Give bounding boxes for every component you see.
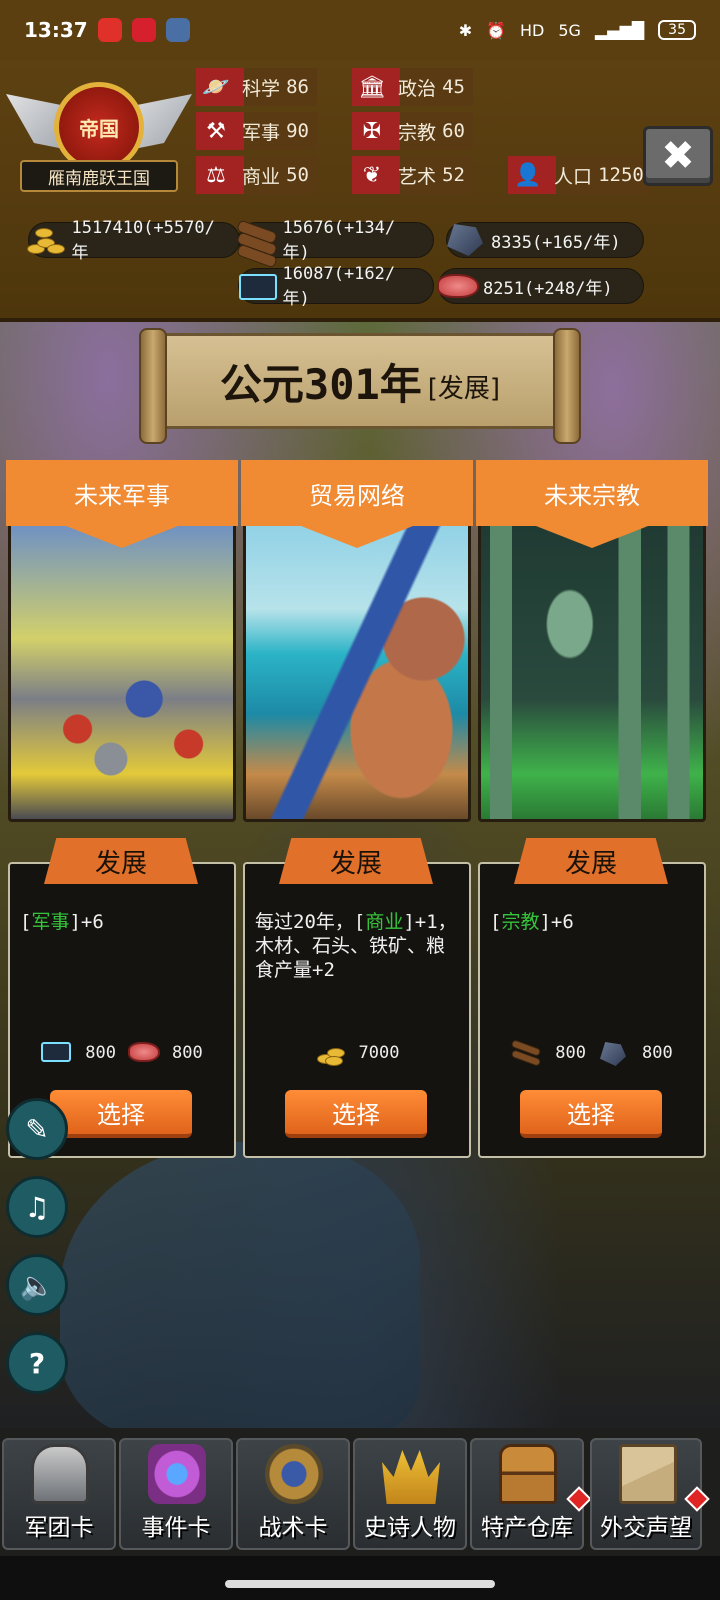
speaker-icon: 🔈 xyxy=(19,1268,55,1302)
river xyxy=(60,1142,420,1442)
crown-icon xyxy=(382,1450,440,1504)
nav-legion-cards[interactable]: 军团卡 xyxy=(2,1438,116,1550)
choice-card-military[interactable]: 未来军事 发展 [军事]+6 800 800 选择 xyxy=(6,460,238,1160)
help-icon: ? xyxy=(28,1346,46,1380)
card-description: [宗教]+6 xyxy=(490,911,574,933)
app-notification-icon xyxy=(97,18,122,42)
choice-card-trade[interactable]: 贸易网络 发展 每过20年，[商业]+1，木材、石头、铁矿、粮食产量+2 700… xyxy=(241,460,473,1160)
treasure-chest-icon xyxy=(499,1444,557,1504)
card-tag: 发展 xyxy=(514,838,668,884)
sound-toggle-button[interactable]: 🔈 xyxy=(6,1254,68,1316)
resource-food: 8251(+248/年) xyxy=(437,268,644,304)
stat-commerce: ⚖ 商业 50 xyxy=(196,156,317,194)
card-description: 每过20年，[商业]+1，木材、石头、铁矿、粮食产量+2 xyxy=(255,911,457,981)
gold-coins-icon xyxy=(315,1042,347,1066)
card-description: [军事]+6 xyxy=(20,911,104,933)
card-body: 每过20年，[商业]+1，木材、石头、铁矿、粮食产量+2 7000 选择 xyxy=(243,862,471,1158)
art-icon: ❦ xyxy=(362,162,382,188)
close-button[interactable]: ✖ xyxy=(643,126,713,186)
year-scroll: 公元301年 [发展] xyxy=(139,328,581,444)
stat-art: ❦ 艺术 52 xyxy=(352,156,473,194)
choice-card-religion[interactable]: 未来宗教 发展 [宗教]+6 800 800 选择 xyxy=(476,460,708,1160)
stat-military: ⚒ 军事 90 xyxy=(196,112,317,150)
select-button[interactable]: 选择 xyxy=(50,1090,192,1138)
crossed-tools-icon: ⚒ xyxy=(206,118,226,144)
scales-icon: ⚖ xyxy=(206,162,226,188)
shield-swords-icon xyxy=(265,1444,323,1504)
empire-crest: 帝国 xyxy=(54,82,144,172)
select-button[interactable]: 选择 xyxy=(520,1090,662,1138)
wood-logs-icon xyxy=(233,219,281,269)
resource-gold: 1517410(+5570/年 xyxy=(27,218,240,263)
harbor-artwork xyxy=(243,516,471,822)
meat-food-icon xyxy=(433,266,481,306)
kingdom-name: 雁南鹿跃王国 xyxy=(20,160,178,192)
card-cost: 800 800 xyxy=(480,1039,704,1067)
system-icons: ✱ ⏰ HD 5G ▂▄▆█ 35 xyxy=(459,20,696,40)
home-indicator[interactable] xyxy=(225,1580,495,1588)
person-icon: 👤 xyxy=(514,162,542,188)
select-button[interactable]: 选择 xyxy=(285,1090,427,1138)
chronicle-button[interactable]: ✎ xyxy=(6,1098,68,1160)
alarm-icon: ⏰ xyxy=(486,20,507,40)
nav-specialty-warehouse[interactable]: 特产仓库 xyxy=(470,1438,592,1550)
iron-chest-icon xyxy=(233,266,281,306)
clock: 13:37 xyxy=(24,18,88,42)
resource-iron: 16087(+162/年) xyxy=(238,264,434,309)
card-title: 未来军事 xyxy=(6,460,238,526)
music-off-icon: ♫ xyxy=(24,1190,50,1224)
bluetooth-icon: ✱ xyxy=(458,20,473,40)
nav-event-cards[interactable]: 事件卡 xyxy=(119,1438,233,1550)
stat-science: 🪐 科学 86 xyxy=(196,68,317,106)
current-phase: [发展] xyxy=(427,373,501,404)
resource-stone: 8335(+165/年) xyxy=(446,222,644,258)
kingdom-header: 帝国 雁南鹿跃王国 🪐 科学 86 🏛 政治 45 ⚒ 军事 90 ✠ 宗教 6… xyxy=(0,60,720,322)
app-notification-icon xyxy=(131,18,156,42)
wood-logs-icon xyxy=(510,1039,543,1067)
card-cost: 7000 xyxy=(245,1042,469,1066)
card-cost: 800 800 xyxy=(10,1042,234,1064)
settings-notification-icon xyxy=(165,18,190,42)
music-toggle-button[interactable]: ♫ xyxy=(6,1176,68,1238)
card-tag: 发展 xyxy=(279,838,433,884)
help-button[interactable]: ? xyxy=(6,1332,68,1394)
gold-coins-icon xyxy=(23,220,70,260)
battle-artwork xyxy=(8,516,236,822)
battery-icon: 35 xyxy=(658,20,696,40)
resource-wood: 15676(+134/年) xyxy=(236,218,434,269)
magic-scroll-icon xyxy=(148,1444,206,1504)
status-bar: 13:37 ✱ ⏰ HD 5G ▂▄▆█ 35 xyxy=(0,0,720,60)
temple-artwork xyxy=(478,516,706,822)
stone-ore-icon xyxy=(441,220,489,260)
stat-politics: 🏛 政治 45 xyxy=(352,68,473,106)
nav-tactic-cards[interactable]: 战术卡 xyxy=(236,1438,350,1550)
card-tag: 发展 xyxy=(44,838,198,884)
current-year: 公元301年 xyxy=(219,359,422,409)
nav-epic-heroes[interactable]: 史诗人物 xyxy=(353,1438,467,1550)
bottom-nav: 军团卡 事件卡 战术卡 史诗人物 特产仓库 外交声望 xyxy=(0,1428,720,1556)
envelope-icon xyxy=(619,1444,677,1504)
system-nav-area xyxy=(0,1556,720,1600)
card-title: 贸易网络 xyxy=(241,460,473,526)
nav-diplomacy-reputation[interactable]: 外交声望 xyxy=(590,1438,710,1550)
planet-icon: 🪐 xyxy=(202,74,230,100)
stat-religion: ✠ 宗教 60 xyxy=(352,112,473,150)
stat-population: 👤 人口 1250 xyxy=(508,156,652,194)
signal-icon: ▂▄▆█ xyxy=(594,20,645,40)
network-label: 5G xyxy=(558,20,581,40)
kingdom-emblem[interactable]: 帝国 雁南鹿跃王国 xyxy=(6,70,192,196)
card-title: 未来宗教 xyxy=(476,460,708,526)
stone-ore-icon xyxy=(598,1042,630,1066)
close-icon: ✖ xyxy=(661,133,695,179)
hd-icon: HD xyxy=(520,20,545,40)
book-quill-icon: ✎ xyxy=(25,1112,49,1146)
religion-icon: ✠ xyxy=(362,118,382,144)
iron-chest-icon xyxy=(41,1042,73,1064)
knight-helmet-icon xyxy=(31,1444,89,1504)
temple-icon: 🏛 xyxy=(358,74,386,100)
meat-food-icon xyxy=(128,1042,160,1064)
card-body: [宗教]+6 800 800 选择 xyxy=(478,862,706,1158)
